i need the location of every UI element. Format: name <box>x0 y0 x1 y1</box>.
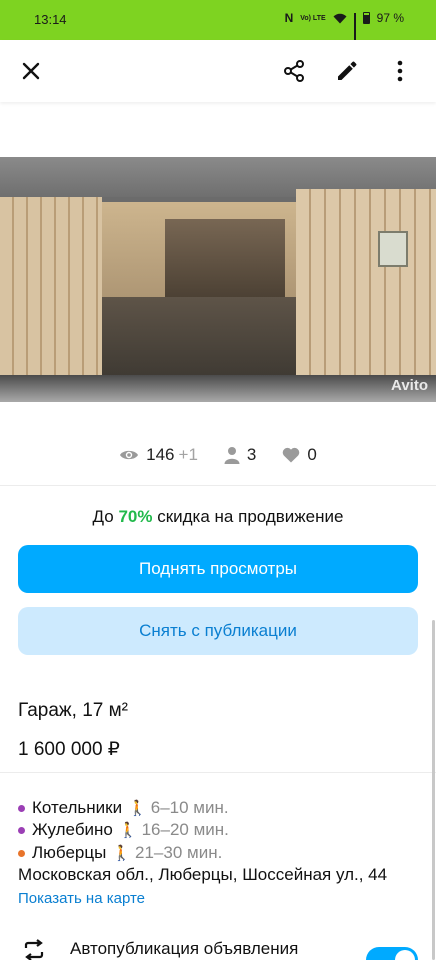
battery-icon <box>362 12 370 24</box>
heart-icon <box>283 447 300 463</box>
more-vertical-icon <box>397 60 403 82</box>
unpublish-button[interactable]: Снять с публикации <box>18 607 418 655</box>
metro-line-dot <box>18 826 25 834</box>
listing-address: Московская обл., Люберцы, Шоссейная ул.,… <box>18 865 388 884</box>
divider <box>0 772 436 773</box>
door-sign-image <box>378 231 408 267</box>
listing-price: 1 600 000 ₽ <box>18 739 120 760</box>
promo-suffix: скидка на продвижение <box>157 507 344 526</box>
close-icon <box>22 62 40 80</box>
divider <box>0 485 436 486</box>
edit-icon <box>338 61 357 80</box>
metro-line-dot <box>18 804 25 812</box>
views-today: +1 <box>178 445 198 464</box>
metro-name: Люберцы <box>32 843 107 862</box>
walk-icon: 🚶 <box>118 822 138 839</box>
metro-name: Жулебино <box>32 820 113 839</box>
walk-icon: 🚶 <box>112 845 132 862</box>
wifi-icon <box>333 13 347 23</box>
show-on-map-link[interactable]: Показать на карте <box>18 890 145 907</box>
more-button[interactable] <box>386 57 414 85</box>
promo-text: До 70% скидка на продвижение <box>0 507 436 527</box>
share-button[interactable] <box>280 57 308 85</box>
metro-time: 6–10 мин. <box>150 798 229 817</box>
nfc-icon: N <box>284 11 294 25</box>
eye-icon <box>120 450 139 460</box>
promo-percent: 70% <box>118 507 153 526</box>
promo-prefix: До <box>92 507 114 526</box>
listing-title: Гараж, 17 м² <box>18 700 128 721</box>
metro-time: 16–20 мин. <box>141 820 229 839</box>
status-icons: N Vo) LTE 97 % <box>284 11 404 42</box>
status-time: 13:14 <box>34 12 67 27</box>
volte-icon: Vo) LTE <box>300 14 326 22</box>
metro-station: Котельники 🚶 6–10 мин. <box>18 798 229 818</box>
toggle-knob <box>395 950 415 960</box>
edit-button[interactable] <box>333 57 361 85</box>
battery-level: 97 % <box>376 11 404 25</box>
listing-stats: 146 +1 3 0 <box>0 442 436 468</box>
metro-name: Котельники <box>32 798 123 817</box>
metro-line-dot <box>18 849 25 857</box>
favorites-stat: 0 <box>282 445 317 465</box>
metro-station: Люберцы 🚶 21–30 мин. <box>18 843 222 863</box>
photo-watermark: Avito <box>391 377 428 394</box>
close-button[interactable] <box>17 57 45 85</box>
repeat-icon <box>24 939 44 960</box>
autopublish-row: Автопубликация объявления <box>0 935 436 960</box>
views-stat: 146 +1 <box>119 445 198 465</box>
top-toolbar <box>0 40 436 102</box>
views-count: 146 <box>146 445 175 464</box>
walk-icon: 🚶 <box>128 800 147 817</box>
contacts-count: 3 <box>246 445 257 464</box>
share-icon <box>284 60 304 82</box>
favorites-count: 0 <box>307 445 317 464</box>
person-icon <box>224 447 240 464</box>
signal-icon <box>353 12 356 42</box>
raise-views-button[interactable]: Поднять просмотры <box>18 545 418 593</box>
scrollbar[interactable] <box>432 620 435 960</box>
autopublish-toggle[interactable] <box>366 947 418 960</box>
listing-photo[interactable]: Avito <box>0 157 436 402</box>
contacts-stat: 3 <box>224 445 256 465</box>
status-bar: 13:14 N Vo) LTE 97 % <box>0 0 436 42</box>
autopublish-label: Автопубликация объявления <box>70 939 299 958</box>
metro-station: Жулебино 🚶 16–20 мин. <box>18 820 229 840</box>
metro-time: 21–30 мин. <box>135 843 223 862</box>
